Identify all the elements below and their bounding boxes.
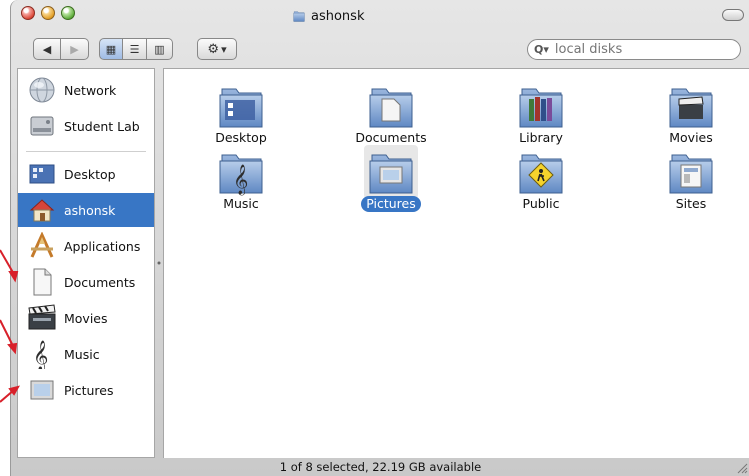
back-arrow-icon: ◀ (42, 42, 52, 56)
sidebar-item-applications[interactable]: Applications (18, 229, 154, 263)
annotation-arrowhead (7, 342, 18, 355)
close-window-button[interactable] (21, 6, 35, 20)
folder-item-library[interactable]: Library (486, 79, 596, 151)
svg-text:𝄞: 𝄞 (33, 340, 48, 369)
folder-item-desktop[interactable]: Desktop (186, 79, 296, 151)
toolbar: ◀ ▶ ▦ ☰ ▥ ⚙ ▾ Q▾ (11, 30, 749, 68)
clapperboard-icon (26, 303, 58, 333)
annotation-arrows (0, 249, 20, 403)
zoom-window-button[interactable] (61, 6, 75, 20)
back-forward-control: ◀ ▶ (33, 38, 89, 60)
folder-label: Desktop (215, 130, 267, 145)
forward-button[interactable]: ▶ (61, 38, 89, 60)
icon-view-icon: ▦ (105, 42, 117, 56)
column-view-icon: ▥ (154, 42, 165, 56)
sidebar-item-ashonsk[interactable]: ashonsk (18, 193, 154, 227)
folder-label: Sites (675, 196, 707, 211)
sidebar: Network Student Lab Desktop ashonsk Appl… (17, 68, 155, 458)
toolbar-toggle-button[interactable] (722, 9, 744, 21)
list-view-button[interactable]: ☰ (123, 38, 147, 60)
hard-drive-icon (26, 111, 58, 141)
applications-icon (26, 231, 58, 261)
folder-item-documents[interactable]: Documents (336, 79, 446, 151)
folder-item-movies[interactable]: Movies (636, 79, 746, 151)
sites-folder-icon (664, 145, 718, 199)
sidebar-item-label: Student Lab (64, 118, 140, 134)
sidebar-item-label: ashonsk (64, 202, 116, 218)
sidebar-item-label: Music (64, 346, 100, 362)
finder-window: ashonsk ◀ ▶ ▦ ☰ ▥ ⚙ ▾ Q▾ local disks Net… (10, 0, 749, 476)
sidebar-item-label: Pictures (64, 382, 114, 398)
page: ashonsk ◀ ▶ ▦ ☰ ▥ ⚙ ▾ Q▾ local disks Net… (0, 0, 749, 476)
sidebar-splitter[interactable] (155, 68, 163, 458)
sidebar-item-network[interactable]: Network (18, 73, 154, 107)
folder-item-sites[interactable]: Sites (636, 145, 746, 217)
sidebar-item-documents[interactable]: Documents (18, 265, 154, 299)
status-bar: 1 of 8 selected, 22.19 GB available (11, 458, 749, 476)
gear-icon: ⚙ (207, 41, 220, 57)
sidebar-item-label: Applications (64, 238, 141, 254)
search-field[interactable]: Q▾ (527, 39, 741, 60)
status-text: 1 of 8 selected, 22.19 GB available (279, 460, 482, 474)
documents-folder-icon (364, 79, 418, 133)
folder-label: Music (223, 196, 259, 211)
sidebar-item-desktop[interactable]: Desktop (18, 157, 154, 191)
folder-item-pictures[interactable]: Pictures (336, 145, 446, 217)
folder-label: Pictures (361, 196, 421, 212)
window-title-text: ashonsk (311, 8, 365, 24)
pictures-folder-icon (364, 145, 418, 199)
window-title: ashonsk (291, 7, 364, 25)
view-mode-control: ▦ ☰ ▥ (99, 38, 173, 60)
sidebar-item-music[interactable]: 𝄞 Music (18, 337, 154, 371)
svg-text:𝄞: 𝄞 (233, 164, 248, 196)
public-folder-icon (514, 145, 568, 199)
picture-frame-icon (26, 375, 58, 405)
sidebar-item-label: Network (64, 82, 117, 98)
home-icon (26, 195, 58, 225)
back-button[interactable]: ◀ (33, 38, 61, 60)
resize-grip-icon[interactable] (736, 462, 748, 474)
movies-folder-icon (664, 79, 718, 133)
sidebar-item-pictures[interactable]: Pictures (18, 373, 154, 407)
sidebar-divider (26, 151, 146, 152)
icon-view-button[interactable]: ▦ (99, 38, 123, 60)
desktop-folder-icon (214, 79, 268, 133)
sidebar-item-student-lab[interactable]: Student Lab (18, 109, 154, 143)
music-clef-icon: 𝄞 (26, 339, 58, 369)
content-area: Desktop Documents Library Movies 𝄞 Music… (163, 68, 749, 458)
folder-label: Documents (355, 130, 427, 145)
list-view-icon: ☰ (129, 42, 140, 56)
search-icon: Q▾ (534, 43, 549, 56)
folder-icon (291, 9, 307, 23)
network-globe-icon (26, 75, 58, 105)
forward-arrow-icon: ▶ (70, 42, 79, 56)
sidebar-item-label: Desktop (64, 166, 116, 182)
sidebar-item-label: Movies (64, 310, 108, 326)
folder-label: Library (519, 130, 563, 145)
folder-item-music[interactable]: 𝄞 Music (186, 145, 296, 217)
folder-label: Public (522, 196, 560, 211)
search-input[interactable] (552, 41, 717, 58)
chevron-down-icon: ▾ (221, 42, 227, 56)
annotation-arrowhead (8, 271, 19, 283)
column-view-button[interactable]: ▥ (147, 38, 173, 60)
folder-item-public[interactable]: Public (486, 145, 596, 217)
music-folder-icon: 𝄞 (214, 145, 268, 196)
document-icon (26, 267, 58, 297)
sidebar-item-label: Documents (64, 274, 136, 290)
minimize-window-button[interactable] (41, 6, 55, 20)
action-menu-button[interactable]: ⚙ ▾ (197, 38, 237, 60)
library-folder-icon (514, 79, 568, 133)
title-bar[interactable]: ashonsk (11, 0, 749, 30)
sidebar-item-movies[interactable]: Movies (18, 301, 154, 335)
folder-label: Movies (669, 130, 713, 145)
desktop-icon (26, 159, 58, 189)
